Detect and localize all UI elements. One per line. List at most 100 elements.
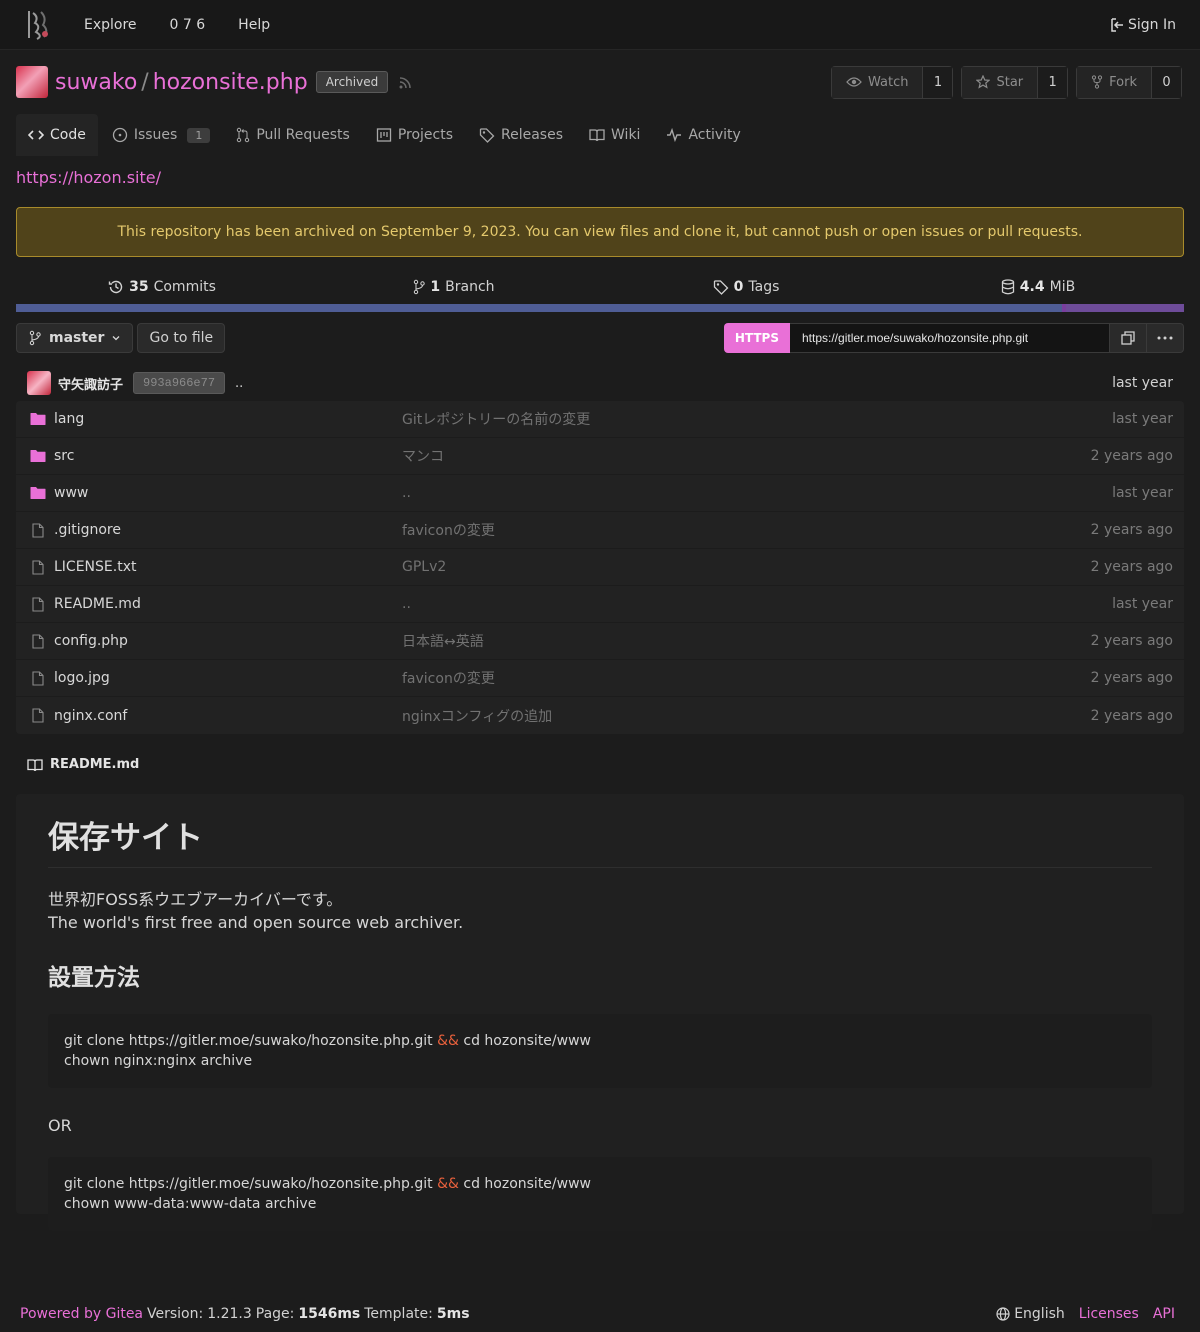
copy-button[interactable]	[1110, 323, 1147, 353]
branch-row: master Go to file HTTPS https://gitler.m…	[16, 323, 1184, 353]
file-row[interactable]: www.. last year	[16, 475, 1184, 512]
tab-wiki[interactable]: Wiki	[577, 114, 652, 156]
file-commit-message[interactable]: Gitレポジトリーの名前の変更	[402, 409, 1112, 429]
powered-by-link[interactable]: Powered by Gitea	[20, 1306, 143, 1322]
watch-count[interactable]: 1	[923, 66, 953, 98]
file-name[interactable]: src	[54, 448, 402, 464]
archived-badge: Archived	[315, 71, 389, 93]
language-label: English	[1014, 1306, 1065, 1322]
template-label: Template:	[364, 1306, 433, 1322]
repo-owner-link[interactable]: suwako	[55, 70, 137, 95]
commit-age: last year	[1112, 375, 1173, 391]
language-selector[interactable]: English	[996, 1306, 1065, 1322]
file-commit-message[interactable]: ..	[402, 485, 1112, 501]
repo-header: suwako / hozonsite.php Archived Watch 1	[16, 64, 1182, 100]
site-logo[interactable]	[20, 7, 56, 43]
readme-description: 世界初FOSS系ウエブアーカイバーです。 The world's first f…	[48, 888, 1152, 934]
fork-count[interactable]: 0	[1152, 66, 1181, 98]
kebab-horizontal-icon	[1157, 336, 1173, 340]
more-options-button[interactable]	[1147, 323, 1184, 353]
file-commit-message[interactable]: nginxコンフィグの追加	[402, 706, 1091, 726]
nav-numbers[interactable]: 0 7 6	[170, 17, 206, 33]
repo-tabs: Code Issues 1 Pull Requests Projects Rel…	[16, 114, 1184, 156]
nav-help[interactable]: Help	[238, 17, 270, 33]
tab-label: Releases	[501, 127, 564, 143]
readme-title: 保存サイト	[48, 812, 1152, 868]
go-to-file-button[interactable]: Go to file	[137, 323, 226, 353]
file-row[interactable]: logo.jpg faviconの変更 2 years ago	[16, 660, 1184, 697]
licenses-link[interactable]: Licenses	[1079, 1306, 1139, 1322]
file-commit-message[interactable]: GPLv2	[402, 559, 1091, 575]
api-link[interactable]: API	[1153, 1306, 1175, 1322]
repo-name-link[interactable]: hozonsite.php	[153, 70, 308, 95]
file-row[interactable]: src マンコ 2 years ago	[16, 438, 1184, 475]
star-button[interactable]: Star	[962, 66, 1039, 98]
file-commit-message[interactable]: ..	[402, 596, 1112, 612]
tab-pull-requests[interactable]: Pull Requests	[224, 114, 361, 156]
repo-website-link[interactable]: https://hozon.site/	[16, 168, 161, 187]
issues-count-badge: 1	[187, 127, 211, 143]
file-commit-age: last year	[1112, 411, 1173, 427]
file-name[interactable]: LICENSE.txt	[54, 559, 402, 575]
file-commit-age: 2 years ago	[1090, 707, 1173, 724]
template-time: 5ms	[436, 1306, 470, 1322]
file-commit-message[interactable]: 日本語↔英語	[402, 631, 1091, 651]
branch-dropdown[interactable]: master	[16, 323, 134, 353]
language-segment[interactable]	[1066, 304, 1184, 312]
projects-icon	[376, 128, 391, 142]
watch-button[interactable]: Watch	[832, 66, 924, 98]
commit-message[interactable]: ..	[235, 376, 243, 391]
file-name[interactable]: lang	[54, 411, 402, 427]
size-stat: 4.4 MiB	[892, 270, 1184, 304]
page-label: Page:	[255, 1306, 295, 1322]
fork-button[interactable]: Fork	[1077, 66, 1152, 98]
tab-code[interactable]: Code	[16, 114, 98, 156]
branch-count: 1	[430, 279, 441, 295]
file-icon	[30, 633, 46, 649]
file-row[interactable]: README.md.. last year	[16, 586, 1184, 623]
file-commit-age: 2 years ago	[1090, 559, 1173, 575]
file-name[interactable]: README.md	[54, 596, 402, 612]
tab-activity[interactable]: Activity	[654, 114, 752, 156]
tab-issues[interactable]: Issues 1	[100, 114, 223, 156]
file-commit-age: last year	[1112, 596, 1173, 612]
language-segment[interactable]	[16, 304, 1063, 312]
file-name[interactable]: .gitignore	[54, 522, 402, 538]
file-name[interactable]: nginx.conf	[54, 708, 402, 724]
commit-author[interactable]: 守矢諏訪子	[58, 374, 123, 393]
code-operator: &&	[437, 1176, 459, 1192]
copy-icon	[1121, 331, 1135, 345]
branch-stat[interactable]: 1 Branch	[308, 270, 600, 304]
pull-request-icon	[237, 127, 250, 143]
file-commit-message[interactable]: マンコ	[402, 446, 1091, 466]
folder-icon	[30, 411, 46, 427]
file-row[interactable]: nginx.conf nginxコンフィグの追加 2 years ago	[16, 697, 1184, 734]
tags-stat[interactable]: 0 Tags	[600, 270, 892, 304]
language-bar[interactable]	[16, 304, 1184, 312]
file-row[interactable]: lang Gitレポジトリーの名前の変更 last year	[16, 401, 1184, 438]
commit-sha[interactable]: 993a966e77	[133, 372, 226, 394]
clone-url-input[interactable]: https://gitler.moe/suwako/hozonsite.php.…	[790, 323, 1110, 353]
author-avatar[interactable]	[27, 371, 51, 395]
file-name[interactable]: logo.jpg	[54, 670, 402, 686]
nav-explore[interactable]: Explore	[84, 17, 137, 33]
tab-projects[interactable]: Projects	[364, 114, 465, 156]
file-commit-message[interactable]: faviconの変更	[402, 520, 1091, 540]
file-commit-message[interactable]: faviconの変更	[402, 668, 1091, 688]
readme-description-en: The world's first free and open source w…	[48, 913, 464, 932]
clone-box: HTTPS https://gitler.moe/suwako/hozonsit…	[723, 323, 1184, 353]
tab-releases[interactable]: Releases	[467, 114, 575, 156]
tag-icon	[713, 280, 729, 295]
repo-avatar[interactable]	[16, 66, 48, 98]
rss-icon[interactable]	[398, 74, 414, 90]
file-row[interactable]: .gitignore faviconの変更 2 years ago	[16, 512, 1184, 549]
sign-in-link[interactable]: Sign In	[1110, 17, 1176, 33]
star-count[interactable]: 1	[1038, 66, 1068, 98]
commits-stat[interactable]: 35 Commits	[16, 270, 308, 304]
file-row[interactable]: LICENSE.txt GPLv2 2 years ago	[16, 549, 1184, 586]
code-block-nginx: git clone https://gitler.moe/suwako/hozo…	[48, 1014, 1152, 1088]
file-row[interactable]: config.php 日本語↔英語 2 years ago	[16, 623, 1184, 660]
file-name[interactable]: config.php	[54, 633, 402, 649]
file-name[interactable]: www	[54, 485, 402, 501]
https-button[interactable]: HTTPS	[723, 323, 790, 353]
